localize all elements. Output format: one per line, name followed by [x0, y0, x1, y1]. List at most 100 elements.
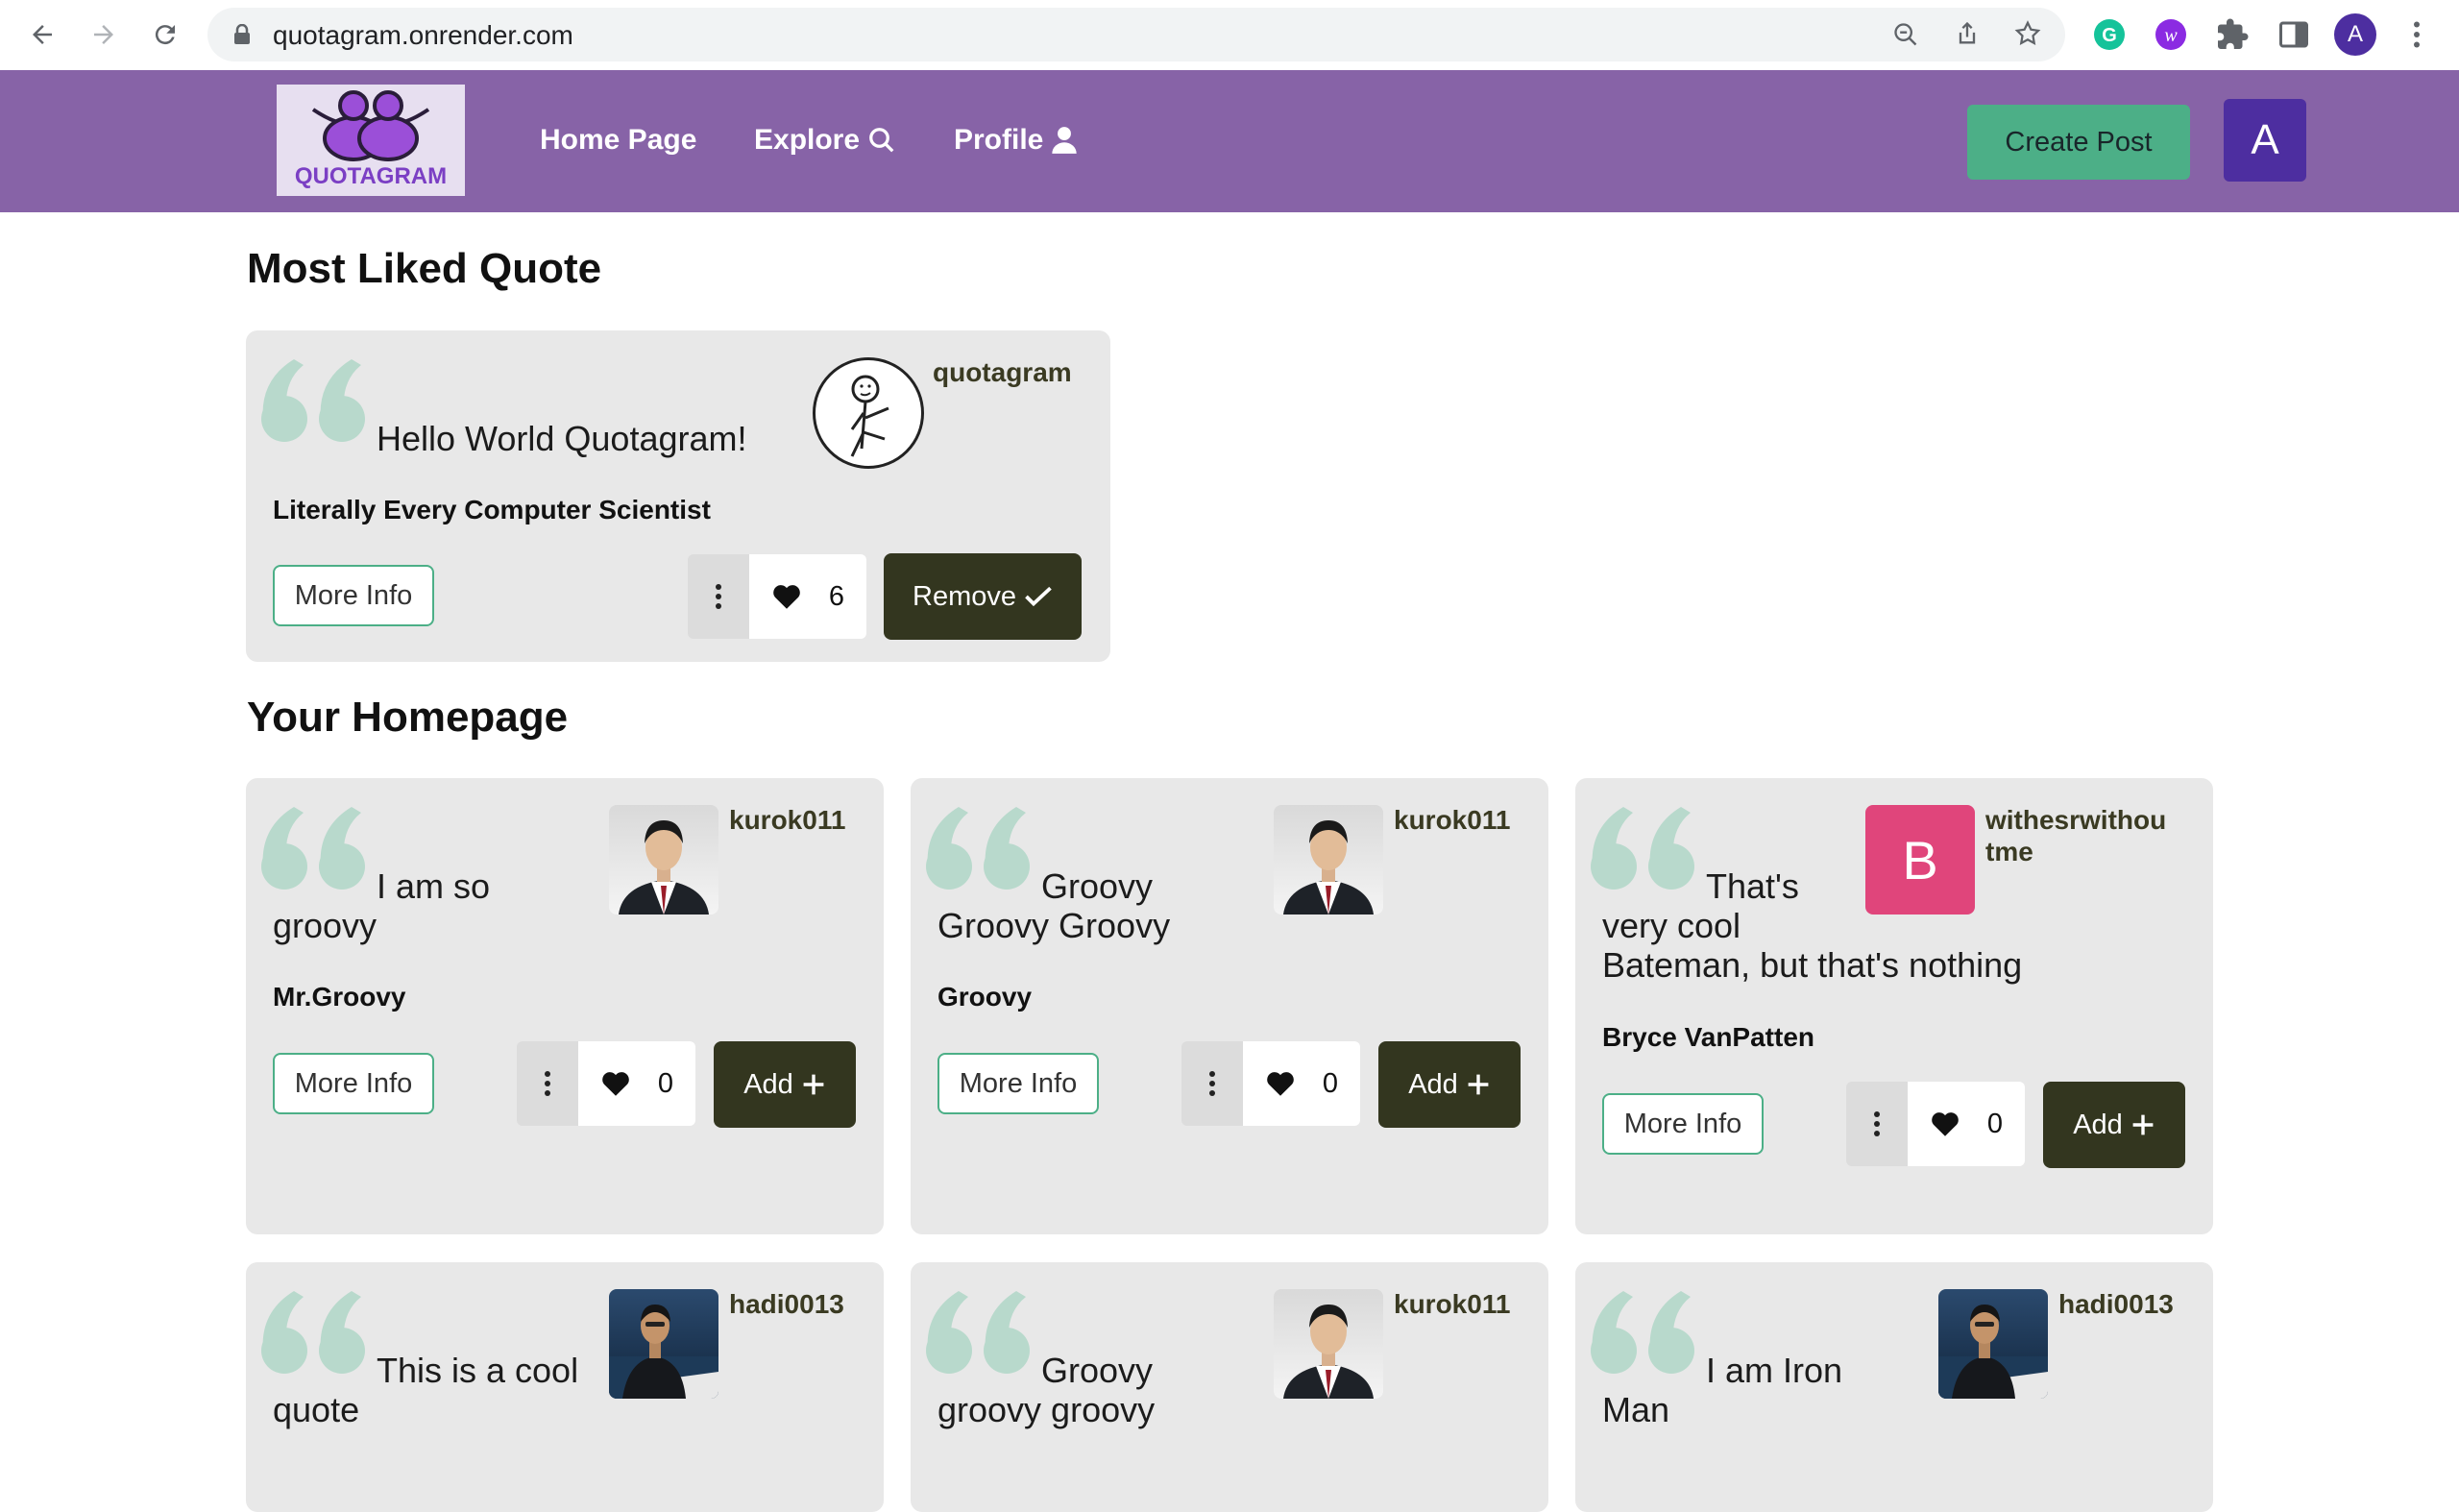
- quote-text-line3: Bateman, but that's nothing: [1602, 945, 2023, 985]
- like-count: 0: [1986, 1108, 2004, 1139]
- logo-text: QUOTAGRAM: [294, 163, 448, 189]
- quote-mark-icon: [261, 359, 365, 442]
- like-button[interactable]: 0: [1908, 1082, 2025, 1166]
- check-icon: [1025, 586, 1052, 607]
- quote-text-line1: That's: [1706, 866, 1799, 906]
- heart-icon: [602, 1072, 629, 1096]
- add-label: Add: [2073, 1109, 2123, 1140]
- quote-text-line2: Man: [1602, 1390, 1670, 1429]
- nav-profile[interactable]: Profile: [954, 124, 1078, 157]
- options-menu-button[interactable]: [688, 554, 749, 639]
- quote-text-line1: Groovy: [1041, 866, 1154, 906]
- share-icon[interactable]: [1954, 19, 1981, 48]
- plus-icon: [1468, 1074, 1489, 1095]
- browser-profile-avatar[interactable]: A: [2334, 13, 2376, 56]
- quote-text-line2: very cool: [1602, 906, 1741, 945]
- svg-text:w: w: [2164, 25, 2178, 46]
- logo-figures-icon: [311, 90, 430, 161]
- options-menu-button[interactable]: [1181, 1041, 1243, 1126]
- profile-picture[interactable]: [609, 1289, 718, 1399]
- quotagram-logo[interactable]: QUOTAGRAM: [277, 85, 465, 196]
- remove-label: Remove: [913, 580, 1016, 612]
- quote-text-line1: I am Iron: [1706, 1351, 1843, 1390]
- like-button[interactable]: 0: [578, 1041, 695, 1126]
- grammarly-extension-icon[interactable]: G: [2092, 17, 2127, 52]
- reload-icon[interactable]: [146, 15, 184, 54]
- username[interactable]: kurok011: [1394, 804, 1510, 836]
- more-info-button[interactable]: More Info: [273, 1053, 434, 1114]
- bookmark-star-icon[interactable]: [2013, 19, 2042, 48]
- like-count: 6: [828, 580, 845, 612]
- address-bar[interactable]: quotagram.onrender.com: [207, 8, 2065, 61]
- nav-home-label: Home Page: [540, 124, 697, 156]
- quote-mark-icon: [1591, 807, 1694, 890]
- kebab-menu-icon: [1874, 1111, 1880, 1136]
- quote-author: Literally Every Computer Scientist: [273, 495, 711, 524]
- quote-card: I am so groovy kurok011 Mr.Groovy More I…: [246, 778, 884, 1234]
- like-count: 0: [1322, 1067, 1339, 1099]
- nav-profile-label: Profile: [954, 124, 1044, 156]
- svg-text:G: G: [2102, 25, 2117, 46]
- wordtune-extension-icon[interactable]: w: [2154, 17, 2188, 52]
- person-photo-icon: [1283, 820, 1374, 915]
- person-photo-icon: [619, 820, 709, 915]
- browser-menu-icon[interactable]: [2399, 17, 2434, 52]
- url-text: quotagram.onrender.com: [273, 20, 573, 50]
- options-menu-button[interactable]: [517, 1041, 578, 1126]
- profile-picture[interactable]: [1274, 805, 1383, 915]
- heart-icon: [1267, 1072, 1294, 1096]
- quote-text-line2: quote: [273, 1390, 360, 1429]
- username[interactable]: hadi0013: [729, 1288, 844, 1320]
- quote-card: This is a cool quote hadi0013: [246, 1262, 884, 1512]
- quote-author: Groovy: [937, 982, 1033, 1012]
- add-button[interactable]: Add: [714, 1041, 856, 1128]
- nav-home[interactable]: Home Page: [540, 124, 696, 157]
- profile-picture[interactable]: [813, 357, 924, 469]
- quote-text-line1: I am so: [377, 866, 491, 906]
- nav-explore-label: Explore: [754, 124, 861, 156]
- person-photo-icon: [1938, 1305, 2048, 1399]
- username-line2[interactable]: tme: [1985, 836, 2033, 867]
- profile-picture[interactable]: [1938, 1289, 2048, 1399]
- extensions-puzzle-icon[interactable]: [2215, 17, 2250, 52]
- like-button[interactable]: 0: [1243, 1041, 1360, 1126]
- quote-mark-icon: [261, 807, 365, 890]
- zoom-icon[interactable]: [1892, 21, 1919, 48]
- quote-mark-icon: [261, 1291, 365, 1374]
- kebab-menu-icon: [716, 584, 721, 609]
- username[interactable]: kurok011: [729, 804, 845, 836]
- add-button[interactable]: Add: [2043, 1082, 2185, 1168]
- like-button[interactable]: 6: [749, 554, 866, 639]
- kebab-menu-icon: [545, 1071, 550, 1096]
- letter-avatar[interactable]: B: [1865, 805, 1975, 915]
- quote-text-line1: This is a cool: [377, 1351, 579, 1390]
- more-info-button[interactable]: More Info: [937, 1053, 1099, 1114]
- kebab-menu-icon: [1209, 1071, 1215, 1096]
- forward-icon[interactable]: [85, 15, 123, 54]
- remove-button[interactable]: Remove: [884, 553, 1082, 640]
- username[interactable]: hadi0013: [2058, 1288, 2174, 1320]
- username[interactable]: kurok011: [1394, 1288, 1510, 1320]
- quote-author: Mr.Groovy: [273, 982, 406, 1012]
- nav-explore[interactable]: Explore: [754, 124, 896, 157]
- create-post-button[interactable]: Create Post: [1967, 105, 2190, 180]
- more-info-button[interactable]: More Info: [273, 565, 434, 626]
- add-label: Add: [1408, 1068, 1458, 1100]
- side-panel-icon[interactable]: [2276, 17, 2311, 52]
- most-liked-card: Hello World Quotagram! quotagram Literal…: [246, 330, 1110, 662]
- profile-picture[interactable]: [609, 805, 718, 915]
- plus-icon: [803, 1074, 824, 1095]
- quote-text-line2: groovy: [273, 906, 377, 945]
- options-menu-button[interactable]: [1846, 1082, 1908, 1166]
- username[interactable]: quotagram: [933, 356, 1072, 388]
- back-icon[interactable]: [23, 15, 61, 54]
- profile-picture[interactable]: [1274, 1289, 1383, 1399]
- add-button[interactable]: Add: [1378, 1041, 1521, 1128]
- like-count: 0: [657, 1067, 674, 1099]
- quote-card: Groovy groovy groovy kurok011: [911, 1262, 1548, 1512]
- app-header: QUOTAGRAM Home Page Explore Profile Crea…: [0, 70, 2459, 212]
- person-photo-icon: [1283, 1305, 1374, 1399]
- more-info-button[interactable]: More Info: [1602, 1093, 1764, 1155]
- username-line1[interactable]: withesrwithou: [1985, 804, 2166, 836]
- user-avatar-button[interactable]: A: [2224, 99, 2306, 182]
